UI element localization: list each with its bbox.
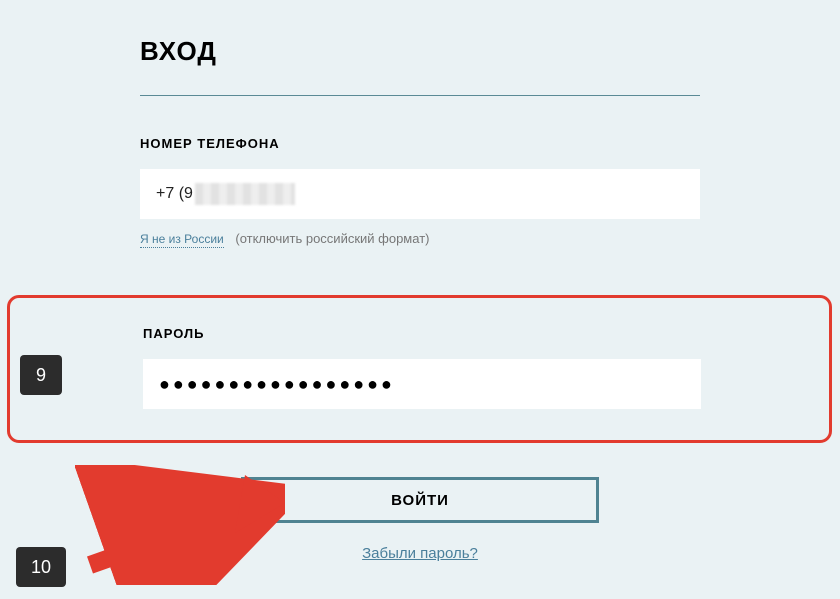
login-form: ВХОД НОМЕР ТЕЛЕФОНА +7 (9 Я не из России… bbox=[0, 0, 840, 246]
phone-redacted bbox=[195, 183, 295, 205]
submit-button[interactable]: ВОЙТИ bbox=[241, 477, 599, 523]
phone-prefix: +7 (9 bbox=[156, 185, 193, 203]
phone-input[interactable]: +7 (9 bbox=[140, 169, 700, 219]
password-masked: ●●●●●●●●●●●●●●●●● bbox=[159, 374, 395, 395]
not-russia-link[interactable]: Я не из России bbox=[140, 232, 224, 248]
page-title: ВХОД bbox=[140, 36, 700, 67]
phone-label: НОМЕР ТЕЛЕФОНА bbox=[140, 136, 700, 151]
phone-hint-row: Я не из России (отключить российский фор… bbox=[140, 231, 700, 246]
submit-area: ВОЙТИ Забыли пароль? bbox=[140, 477, 700, 562]
password-input[interactable]: ●●●●●●●●●●●●●●●●● bbox=[143, 359, 701, 409]
password-label: ПАРОЛЬ bbox=[143, 326, 701, 341]
submit-button-label: ВОЙТИ bbox=[391, 492, 449, 509]
forgot-password-link[interactable]: Забыли пароль? bbox=[362, 545, 478, 562]
annotation-badge-9: 9 bbox=[20, 355, 62, 395]
phone-hint-text: (отключить российский формат) bbox=[235, 231, 429, 246]
divider bbox=[140, 95, 700, 96]
annotation-highlight-password: ПАРОЛЬ ●●●●●●●●●●●●●●●●● bbox=[7, 295, 832, 443]
annotation-badge-10: 10 bbox=[16, 547, 66, 587]
